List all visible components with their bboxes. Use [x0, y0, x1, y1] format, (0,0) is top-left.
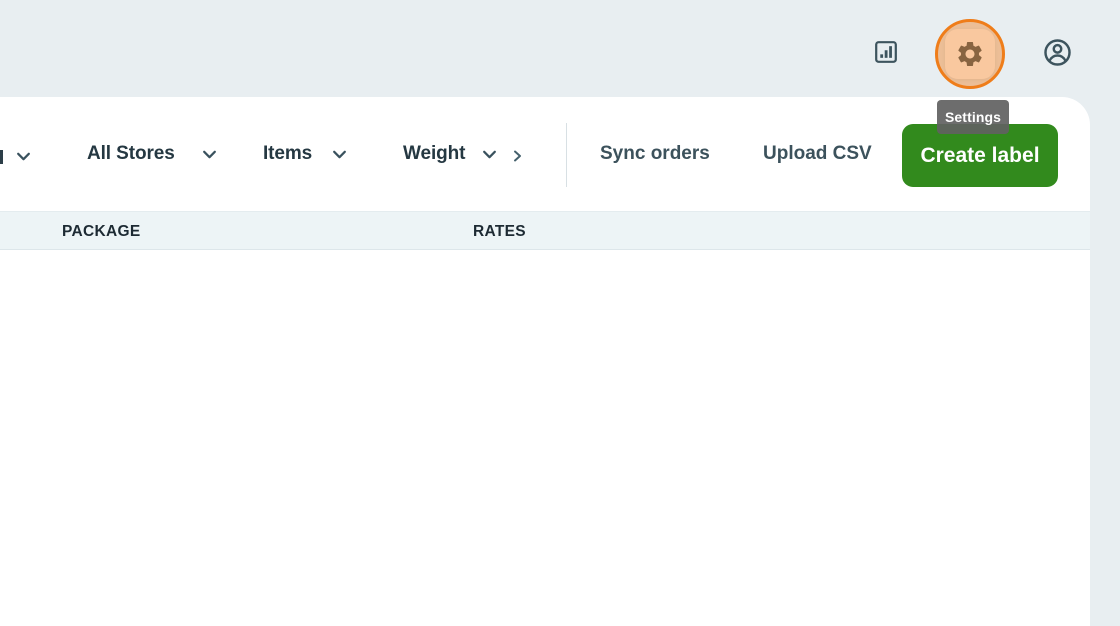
settings-button[interactable]: [955, 39, 985, 69]
gear-icon: [955, 39, 985, 69]
filters-toolbar: All Stores Items Weight Sync orders Uplo…: [0, 97, 1090, 211]
account-button[interactable]: [1042, 37, 1073, 68]
orders-table-body-empty: [0, 250, 1090, 626]
topbar: Settings: [0, 0, 1120, 134]
column-header-rates: RATES: [473, 223, 526, 240]
filter-all-stores[interactable]: All Stores: [87, 97, 218, 211]
filter-items[interactable]: Items: [263, 97, 348, 211]
filter-label: All Stores: [87, 143, 175, 164]
user-circle-icon: [1042, 37, 1073, 68]
action-label: Sync orders: [600, 143, 710, 164]
action-label: Upload CSV: [763, 143, 872, 164]
filter-dropdown-collapsed[interactable]: [15, 141, 32, 171]
chevron-down-icon: [15, 148, 32, 165]
chevron-right-icon: [509, 148, 525, 164]
chevron-down-icon: [331, 146, 348, 163]
filter-label: Weight: [403, 143, 466, 164]
chevron-down-icon: [201, 146, 218, 163]
upload-csv-button[interactable]: Upload CSV: [763, 97, 872, 211]
more-filters-button[interactable]: [509, 141, 525, 171]
column-header-package: PACKAGE: [62, 223, 141, 240]
orders-table-header: PACKAGE RATES: [0, 211, 1090, 250]
settings-tooltip: Settings: [937, 100, 1009, 134]
orders-panel: All Stores Items Weight Sync orders Uplo…: [0, 97, 1090, 626]
filter-label: Items: [263, 143, 313, 164]
toolbar-divider: [566, 123, 567, 187]
chevron-down-icon: [481, 146, 498, 163]
clipped-filter-fragment: [0, 150, 3, 164]
bar-chart-icon: [872, 38, 900, 66]
filter-weight[interactable]: Weight: [403, 97, 498, 211]
sync-orders-button[interactable]: Sync orders: [600, 97, 710, 211]
analytics-button[interactable]: [872, 38, 900, 66]
